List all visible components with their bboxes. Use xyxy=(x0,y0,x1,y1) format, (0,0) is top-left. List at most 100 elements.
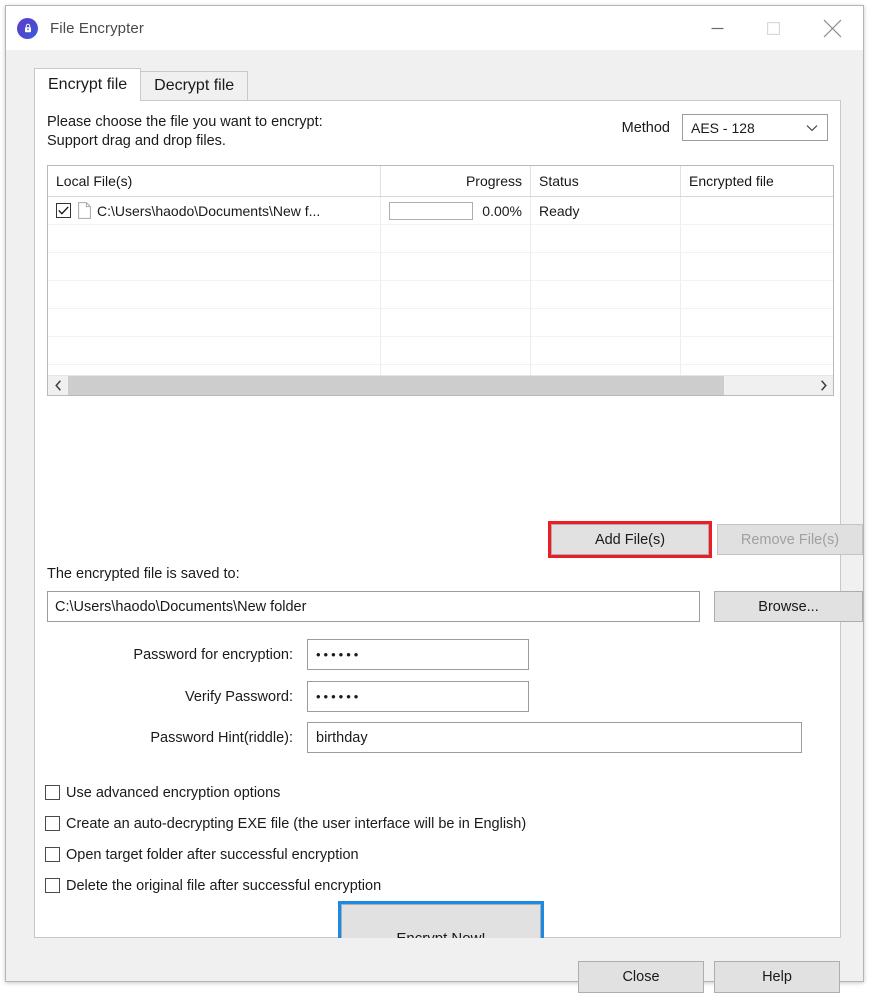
options-group: Use advanced encryption options Create a… xyxy=(45,777,526,901)
option-open-target-folder[interactable]: Open target folder after successful encr… xyxy=(45,839,526,870)
method-row: Method AES - 128 xyxy=(622,114,828,141)
cell-local-file: C:\Users\haodo\Documents\New f... xyxy=(48,197,381,224)
cell-empty xyxy=(681,337,833,364)
column-header-progress[interactable]: Progress xyxy=(381,166,531,196)
table-row-empty[interactable] xyxy=(48,281,833,309)
table-row-empty[interactable] xyxy=(48,225,833,253)
cell-status: Ready xyxy=(531,197,681,224)
cell-encrypted-file xyxy=(681,197,833,224)
window-title: File Encrypter xyxy=(50,19,144,37)
tab-strip: Encrypt file Decrypt file xyxy=(6,50,863,101)
method-selected-value: AES - 128 xyxy=(691,119,755,136)
password-hint-field[interactable]: birthday xyxy=(307,722,802,753)
cell-empty xyxy=(381,281,531,308)
file-icon xyxy=(78,202,91,219)
lock-circle-icon xyxy=(17,17,38,39)
scrollbar-thumb[interactable] xyxy=(68,376,724,395)
cell-empty xyxy=(531,253,681,280)
password-row: Password for encryption: •••••• xyxy=(45,639,529,670)
table-row-empty[interactable] xyxy=(48,309,833,337)
chevron-down-icon xyxy=(806,115,818,140)
file-path-text: C:\Users\haodo\Documents\New f... xyxy=(97,202,321,219)
file-list[interactable]: Local File(s) Progress Status Encrypted … xyxy=(47,165,834,396)
option-auto-decrypting-exe[interactable]: Create an auto-decrypting EXE file (the … xyxy=(45,808,526,839)
cell-empty xyxy=(531,281,681,308)
dialog-footer: Close Help xyxy=(6,938,863,993)
cell-empty xyxy=(381,253,531,280)
cell-empty xyxy=(681,253,833,280)
cell-empty xyxy=(381,309,531,336)
password-label: Password for encryption: xyxy=(133,646,293,663)
table-row-empty[interactable] xyxy=(48,253,833,281)
progress-value: 0.00% xyxy=(482,202,522,219)
file-list-body: C:\Users\haodo\Documents\New f... 0.00% … xyxy=(48,197,833,393)
cell-empty xyxy=(48,281,381,308)
file-encrypter-window: File Encrypter Encrypt file Decrypt file… xyxy=(5,5,864,993)
tab-decrypt-file-label: Decrypt file xyxy=(154,77,235,94)
method-label: Method xyxy=(621,119,670,136)
file-list-header: Local File(s) Progress Status Encrypted … xyxy=(48,166,833,197)
option-advanced-encryption[interactable]: Use advanced encryption options xyxy=(45,777,526,808)
title-bar: File Encrypter xyxy=(6,6,863,50)
scroll-left-icon[interactable] xyxy=(48,376,68,395)
checkbox-advanced-encryption[interactable] xyxy=(45,785,60,800)
cell-progress: 0.00% xyxy=(381,197,531,224)
caption-button-group xyxy=(689,6,863,50)
cell-empty xyxy=(681,309,833,336)
row-checkbox[interactable] xyxy=(56,203,71,218)
help-button[interactable]: Help xyxy=(714,961,840,993)
progress-bar xyxy=(389,201,473,220)
cell-empty xyxy=(381,225,531,252)
cell-empty xyxy=(48,225,381,252)
password-value: •••••• xyxy=(316,647,362,662)
method-select[interactable]: AES - 128 xyxy=(682,114,828,141)
checkbox-delete-original-file[interactable] xyxy=(45,878,60,893)
encrypt-file-panel: Please choose the file you want to encry… xyxy=(34,100,863,975)
password-hint-label: Password Hint(riddle): xyxy=(150,729,293,746)
option-label: Open target folder after successful encr… xyxy=(66,846,359,863)
password-field[interactable]: •••••• xyxy=(307,639,529,670)
close-button[interactable] xyxy=(801,6,863,50)
option-label: Create an auto-decrypting EXE file (the … xyxy=(66,815,527,832)
option-delete-original-file[interactable]: Delete the original file after successfu… xyxy=(45,870,526,901)
column-header-encrypted-file[interactable]: Encrypted file xyxy=(681,166,833,196)
cell-empty xyxy=(381,337,531,364)
cell-empty xyxy=(48,253,381,280)
checkbox-auto-decrypting-exe[interactable] xyxy=(45,816,60,831)
tab-decrypt-file[interactable]: Decrypt file xyxy=(140,71,249,100)
password-hint-row: Password Hint(riddle): birthday xyxy=(45,722,802,753)
tab-encrypt-file[interactable]: Encrypt file xyxy=(34,68,142,101)
maximize-button[interactable] xyxy=(745,6,801,50)
table-row-empty[interactable] xyxy=(48,337,833,365)
checkbox-open-target-folder[interactable] xyxy=(45,847,60,862)
saved-to-label: The encrypted file is saved to: xyxy=(47,566,240,582)
cell-empty xyxy=(531,337,681,364)
horizontal-scrollbar[interactable] xyxy=(48,375,833,395)
column-header-local-files[interactable]: Local File(s) xyxy=(48,166,381,196)
add-file-highlight: Add File(s) xyxy=(548,521,712,558)
minimize-button[interactable] xyxy=(689,6,745,50)
column-header-status[interactable]: Status xyxy=(531,166,681,196)
scroll-right-icon[interactable] xyxy=(813,376,833,395)
cell-empty xyxy=(681,281,833,308)
cell-empty xyxy=(531,225,681,252)
scrollbar-track[interactable] xyxy=(68,376,813,395)
tab-encrypt-file-label: Encrypt file xyxy=(48,76,128,93)
cell-empty xyxy=(681,225,833,252)
verify-password-row: Verify Password: •••••• xyxy=(45,681,529,712)
cell-empty xyxy=(48,309,381,336)
output-path-input[interactable]: C:\Users\haodo\Documents\New folder xyxy=(47,591,700,622)
cell-empty xyxy=(48,337,381,364)
close-dialog-button[interactable]: Close xyxy=(578,961,704,993)
verify-password-field[interactable]: •••••• xyxy=(307,681,529,712)
verify-password-label: Verify Password: xyxy=(185,688,293,705)
cell-empty xyxy=(531,309,681,336)
table-row[interactable]: C:\Users\haodo\Documents\New f... 0.00% … xyxy=(48,197,833,225)
remove-file-button[interactable]: Remove File(s) xyxy=(717,524,863,555)
browse-button[interactable]: Browse... xyxy=(714,591,863,622)
instructions-text: Please choose the file you want to encry… xyxy=(47,114,323,149)
verify-password-value: •••••• xyxy=(316,689,362,704)
option-label: Use advanced encryption options xyxy=(66,784,281,801)
option-label: Delete the original file after successfu… xyxy=(66,877,382,894)
add-file-button[interactable]: Add File(s) xyxy=(551,524,709,555)
